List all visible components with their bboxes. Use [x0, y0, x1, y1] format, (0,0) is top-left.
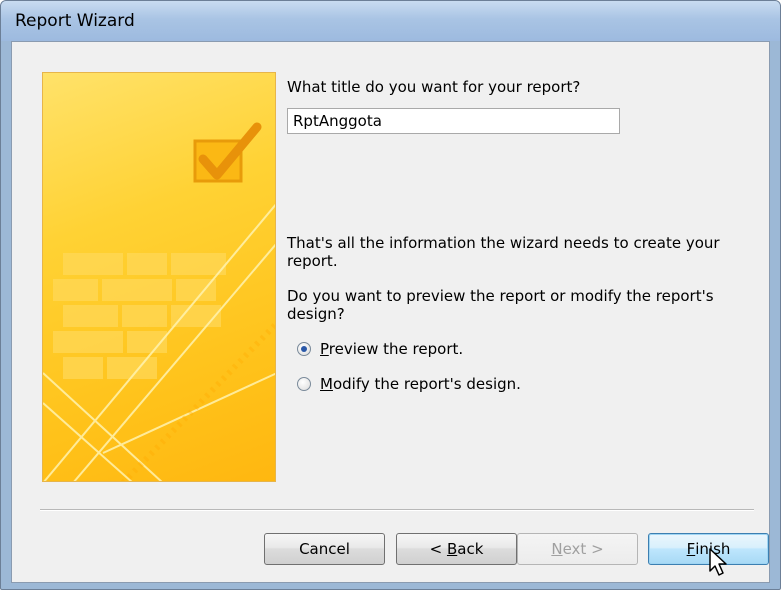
preview-report-label: Preview the report. [320, 340, 464, 358]
wizard-info-text: That's all the information the wizard ne… [287, 234, 720, 270]
modify-design-label: Modify the report's design. [320, 375, 521, 393]
preview-question: Do you want to preview the report or mod… [287, 287, 714, 323]
modify-design-radio[interactable] [297, 377, 311, 391]
back-button[interactable]: < Back [396, 533, 517, 565]
checkbox-check-icon [193, 122, 262, 183]
wizard-illustration [42, 72, 276, 482]
wizard-art-graphic [43, 122, 275, 481]
wizard-body: What title do you want for your report? … [11, 41, 770, 583]
report-wizard-window: Report Wizard What title do you want for… [0, 0, 781, 590]
modify-design-option[interactable]: Modify the report's design. [297, 375, 521, 393]
title-bar[interactable]: Report Wizard [1, 1, 780, 41]
cancel-button[interactable]: Cancel [264, 533, 385, 565]
mouse-pointer-icon [709, 548, 727, 576]
footer-separator [40, 509, 754, 511]
report-title-question: What title do you want for your report? [287, 78, 581, 96]
window-title: Report Wizard [15, 11, 135, 31]
preview-report-radio[interactable] [297, 342, 311, 356]
report-title-input[interactable]: RptAnggota [287, 108, 620, 134]
preview-report-option[interactable]: Preview the report. [297, 340, 463, 358]
next-button[interactable]: Next > [517, 533, 638, 565]
